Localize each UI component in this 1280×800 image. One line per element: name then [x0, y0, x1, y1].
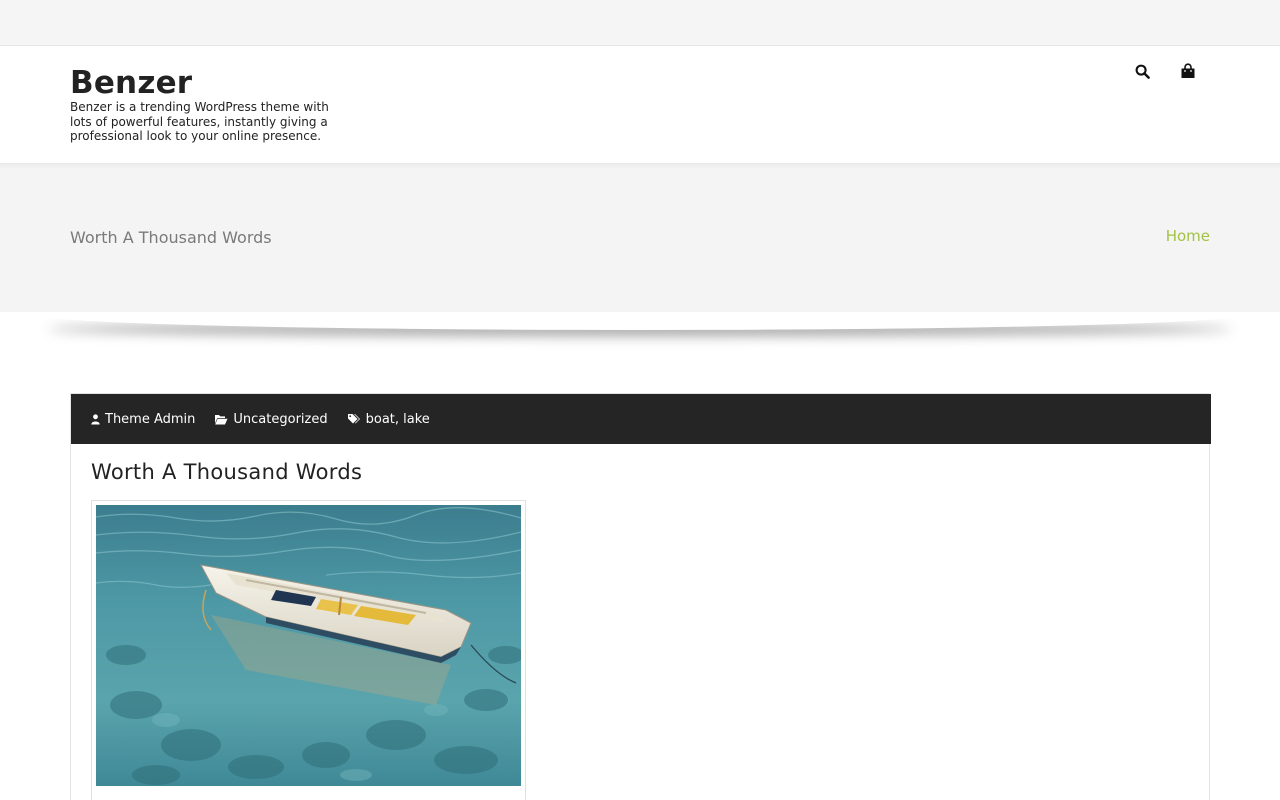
banner-inner-shadow — [0, 163, 1280, 169]
site-header: Benzer Benzer is a trending WordPress th… — [0, 46, 1280, 163]
site-title[interactable]: Benzer — [70, 65, 192, 101]
post-tags: boat, lake — [347, 412, 430, 427]
post-thumbnail[interactable] — [91, 500, 526, 800]
category-link[interactable]: Uncategorized — [233, 412, 327, 427]
breadcrumb-home-link[interactable]: Home — [1166, 227, 1210, 245]
post-meta-bar: Theme Admin Uncategorized boat, lake — [71, 394, 1211, 444]
tag-link-boat[interactable]: boat — [366, 412, 395, 427]
post-title[interactable]: Worth A Thousand Words — [91, 460, 362, 484]
user-icon — [91, 413, 100, 424]
tag-link-lake[interactable]: lake — [403, 412, 430, 427]
top-bar — [0, 0, 1280, 46]
tag-separator: , — [394, 411, 404, 427]
page-banner: Worth A Thousand Words Home — [0, 163, 1280, 312]
banner-page-title: Worth A Thousand Words — [70, 228, 272, 247]
post-author: Theme Admin — [91, 412, 195, 427]
author-link[interactable]: Theme Admin — [105, 412, 195, 427]
boat-lake-image — [96, 505, 521, 786]
post-card: Theme Admin Uncategorized boat, lake Wor… — [70, 393, 1211, 800]
search-icon[interactable] — [1131, 60, 1153, 82]
folder-open-icon — [215, 414, 228, 424]
tags-icon — [347, 414, 360, 424]
site-description: Benzer is a trending WordPress theme wit… — [70, 100, 329, 143]
shopping-bag-icon[interactable] — [1177, 60, 1199, 82]
post-category: Uncategorized — [214, 412, 328, 427]
